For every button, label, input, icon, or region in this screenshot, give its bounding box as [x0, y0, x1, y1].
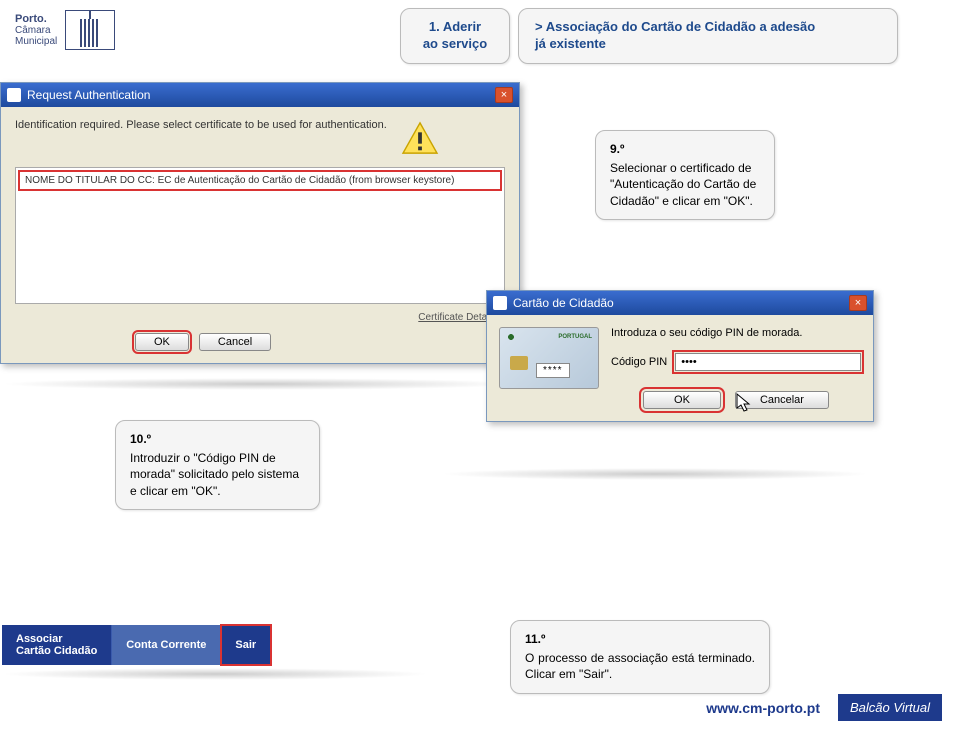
nav-sair[interactable]: Sair	[221, 625, 271, 665]
step-indicator-box: 1. Aderir ao serviço	[400, 8, 510, 64]
nav-conta-corrente[interactable]: Conta Corrente	[112, 625, 221, 665]
auth-prompt-text: Identification required. Please select c…	[15, 119, 387, 131]
cc-app-icon	[493, 296, 507, 310]
logo-building-icon	[65, 10, 115, 50]
municipal-logo: Porto. Câmara Municipal	[15, 10, 115, 50]
nav-associar-line1: Associar	[16, 633, 97, 645]
step-11-callout: 11.º O processo de associação está termi…	[510, 620, 770, 694]
step-10-text: Introduzir o "Código PIN de morada" soli…	[130, 450, 305, 499]
certificate-row[interactable]: NOME DO TITULAR DO CC: EC de Autenticaçã…	[18, 170, 502, 191]
auth-dialog: Request Authentication × Identification …	[0, 82, 520, 364]
step-10-callout: 10.º Introduzir o "Código PIN de morada"…	[115, 420, 320, 510]
logo-text: Porto. Câmara Municipal	[15, 13, 57, 47]
certificate-details-link[interactable]: Certificate Details...	[15, 312, 505, 323]
certificate-list[interactable]: NOME DO TITULAR DO CC: EC de Autenticaçã…	[15, 167, 505, 304]
ok-button[interactable]: OK	[643, 391, 721, 409]
step-11-text: O processo de associação está terminado.…	[525, 650, 755, 682]
close-icon[interactable]: ×	[849, 295, 867, 311]
breadcrumb-line2: já existente	[535, 36, 606, 51]
cancel-button[interactable]: Cancel	[199, 333, 271, 351]
step-number-sub: ao serviço	[423, 36, 487, 51]
card-chip-icon	[510, 356, 528, 370]
pin-prompt-text: Introduza o seu código PIN de morada.	[611, 327, 861, 339]
cc-dialog-title: Cartão de Cidadão	[513, 296, 614, 310]
auth-dialog-titlebar: Request Authentication ×	[1, 83, 519, 107]
cursor-icon	[736, 393, 752, 413]
nav-associar-line2: Cartão Cidadão	[16, 645, 97, 657]
step-11-number: 11.º	[525, 631, 755, 647]
ok-button[interactable]: OK	[135, 333, 189, 351]
header-callouts: 1. Aderir ao serviço > Associação do Car…	[400, 8, 898, 64]
pin-label: Código PIN	[611, 356, 667, 368]
auth-dialog-title: Request Authentication	[27, 88, 150, 102]
cc-dialog-titlebar: Cartão de Cidadão ×	[487, 291, 873, 315]
cc-pin-dialog: Cartão de Cidadão × PORTUGAL **** Introd…	[486, 290, 874, 422]
bottom-nav-bar: Associar Cartão Cidadão Conta Corrente S…	[0, 625, 422, 665]
breadcrumb-box: > Associação do Cartão de Cidadão a ades…	[518, 8, 898, 64]
nav-associar[interactable]: Associar Cartão Cidadão	[2, 625, 112, 665]
page-footer: www.cm-porto.pt Balcão Virtual	[706, 694, 942, 721]
warning-icon	[401, 121, 439, 155]
footer-url: www.cm-porto.pt	[706, 700, 820, 716]
breadcrumb-line1: > Associação do Cartão de Cidadão a ades…	[535, 19, 815, 34]
step-9-text: Selecionar o certificado de "Autenticaçã…	[610, 160, 760, 209]
app-icon	[7, 88, 21, 102]
balcao-virtual-badge: Balcão Virtual	[838, 694, 942, 721]
citizen-card-image: PORTUGAL ****	[499, 327, 599, 389]
step-10-number: 10.º	[130, 431, 305, 447]
step-number: 1. Aderir	[429, 19, 481, 34]
close-icon[interactable]: ×	[495, 87, 513, 103]
step-9-number: 9.º	[610, 141, 760, 157]
card-masked-number: ****	[536, 363, 570, 378]
pin-input[interactable]	[675, 353, 861, 371]
card-country-label: PORTUGAL	[558, 334, 592, 340]
step-9-callout: 9.º Selecionar o certificado de "Autenti…	[595, 130, 775, 220]
